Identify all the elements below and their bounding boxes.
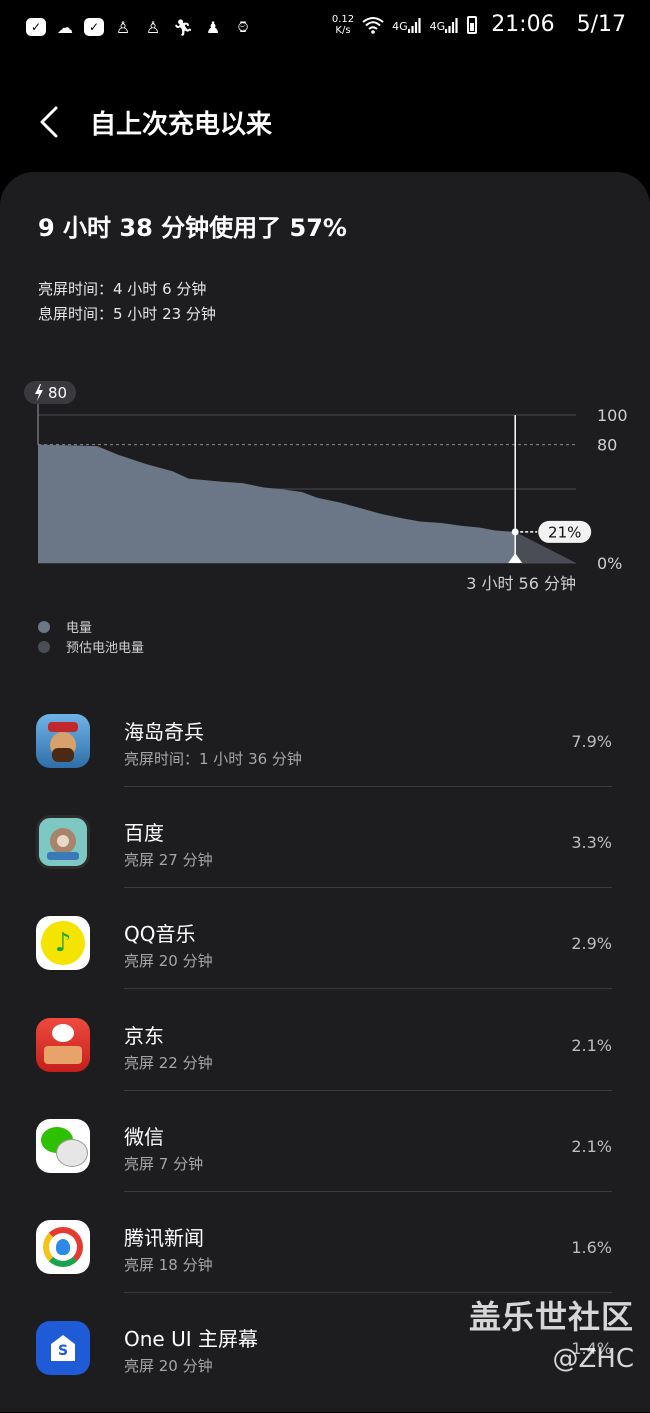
date: 5/17 [576,12,626,37]
y-tick-label: 0% [597,554,622,573]
cursor-value-label: 21% [548,523,581,541]
screen-on-time: 亮屏时间：4 小时 6 分钟 [38,280,207,298]
tencent-news-icon [36,1220,90,1274]
signal-1: 4G [392,17,422,33]
app-usage-row[interactable]: 京东亮屏 22 分钟 2.1% [0,1010,650,1110]
signal-2: 4G [430,17,460,33]
signal-2-type: 4G [429,19,446,33]
signal-1-type: 4G [392,19,408,33]
watch-icon: ⌚︎ [234,17,251,37]
charge-start-value: 80 [48,384,67,402]
screen-off-time: 息屏时间：5 小时 23 分钟 [38,305,216,323]
check-app-icon: ✓ [26,18,46,36]
watermark-handle: @ZHC [552,1344,634,1374]
app-usage-row[interactable]: 微信亮屏 7 分钟 2.1% [0,1111,650,1211]
back-arrow-icon[interactable] [36,104,66,140]
yoga-icon: ♟ [205,17,221,37]
battery-icon [467,15,478,34]
jd-icon [36,1018,90,1072]
page-title: 自上次充电以来 [90,110,273,140]
y-tick-label: 80 [597,436,617,455]
notification-icons: ✓ ☁ ✓ ♙ ♙ 🏃︎ ♟ ⌚︎ [26,16,254,38]
app-name: One UI 主屏幕 [124,1327,258,1351]
qq-icon: ♙ [115,17,131,37]
cloud-icon: ☁ [57,17,73,37]
legend-item-actual: 电量 [38,617,92,636]
battery-level-area [38,444,516,563]
cursor-point [511,528,519,536]
network-speed: 0.12 K/s [332,14,354,36]
app-name: 海岛奇兵 [124,720,204,744]
baidu-icon [36,815,90,869]
watermark-text: 盖乐世社区 [468,1298,634,1336]
app-battery-percent: 2.1% [571,1137,612,1156]
list-divider [124,786,612,787]
app-name: QQ音乐 [124,922,196,946]
app-battery-percent: 7.9% [571,732,612,751]
app-battery-percent: 1.6% [571,1238,612,1257]
app-screen-time: 亮屏 27 分钟 [124,851,213,869]
app-name: 百度 [124,821,164,845]
qq-icon: ♙ [145,17,161,37]
app-usage-row[interactable]: 百度亮屏 27 分钟 3.3% [0,807,650,907]
legend-dot [38,620,50,633]
app-screen-time: 亮屏 7 分钟 [124,1155,204,1173]
app-screen-time: 亮屏 18 分钟 [124,1256,213,1274]
app-usage-row[interactable]: 海岛奇兵亮屏时间：1 小时 36 分钟 7.9% [0,706,650,806]
app-name: 京东 [124,1024,164,1048]
battery-chart[interactable]: 100 80 0% 21% 80 3 小时 56 分钟 [0,370,650,600]
network-speed-value: 0.12 [331,13,355,25]
list-divider [124,1090,612,1091]
app-usage-row[interactable]: ♪ QQ音乐亮屏 20 分钟 2.9% [0,908,650,1008]
legend-label: 预估电池电量 [66,641,145,656]
list-divider [124,887,612,888]
clock: 21:06 [491,12,555,37]
app-name: 腾讯新闻 [124,1226,204,1250]
legend-item-estimated: 预估电池电量 [38,637,144,656]
signal-bars-icon [445,17,458,33]
app-battery-percent: 2.9% [571,934,612,953]
app-name: 微信 [124,1125,164,1149]
one-ui-home-icon: S [36,1321,90,1375]
boom-beach-icon [36,714,90,768]
wifi-icon [362,16,384,34]
app-screen-time: 亮屏 22 分钟 [124,1054,213,1072]
signal-bars-icon [407,17,421,33]
qq-music-icon: ♪ [36,916,90,970]
remaining-time-label: 3 小时 56 分钟 [466,574,576,593]
watermark: 盖乐世社区 @ZHC [469,1292,634,1374]
usage-headline: 9 小时 38 分钟使用了 57% [38,214,347,242]
app-screen-time: 亮屏 20 分钟 [124,1357,213,1375]
app-battery-percent: 3.3% [571,833,612,852]
legend-label: 电量 [66,621,93,636]
list-divider [124,1191,612,1192]
app-screen-time: 亮屏时间：1 小时 36 分钟 [124,750,302,768]
list-divider [124,988,612,989]
check-app-icon: ✓ [84,18,104,36]
status-bar: ✓ ☁ ✓ ♙ ♙ 🏃︎ ♟ ⌚︎ 0.12 K/s 4G 4G 21:06 5… [0,0,650,56]
app-battery-percent: 2.1% [571,1036,612,1055]
y-tick-label: 100 [597,406,628,425]
network-speed-unit: K/s [335,24,351,36]
app-screen-time: 亮屏 20 分钟 [124,952,213,970]
wechat-icon [36,1119,90,1173]
running-icon: 🏃︎ [172,17,194,37]
legend-dot [38,640,50,653]
